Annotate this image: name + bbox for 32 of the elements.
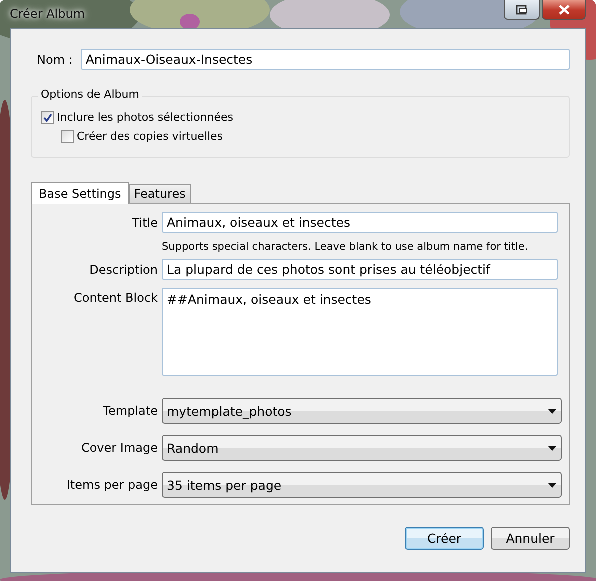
checkbox-label: Inclure les photos sélectionnées <box>57 111 234 124</box>
text-area[interactable]: ##Animaux, oiseaux et insectes <box>162 288 558 376</box>
field-label: Template <box>102 404 158 418</box>
name-field[interactable]: Animaux-Oiseaux-Insectes <box>80 49 570 70</box>
group-title: Options de Album <box>38 88 142 101</box>
field-label: Items per page <box>66 478 158 492</box>
dialog-button[interactable]: Créer <box>405 527 484 550</box>
field-label: Cover Image <box>80 441 158 455</box>
tab[interactable]: Base Settings <box>31 182 130 204</box>
field-label: Title <box>131 216 158 230</box>
field-label: Content Block <box>73 290 158 305</box>
window-title: Créer Album <box>10 7 86 21</box>
caret-icon <box>548 482 557 488</box>
dropdown[interactable]: Random <box>162 435 562 461</box>
input-field[interactable]: Animaux, oiseaux et insectes <box>162 212 558 233</box>
field-label: Nom : <box>37 52 73 66</box>
dialog-button[interactable]: Annuler <box>491 527 570 550</box>
dropdown[interactable]: mytemplate_photos <box>162 398 562 424</box>
window-icon <box>516 4 528 14</box>
input-field[interactable]: La plupard de ces photos sont prises au téléobjectif <box>162 259 558 280</box>
field-label: Description <box>88 262 158 276</box>
close-button[interactable] <box>542 0 586 20</box>
caret-icon <box>548 446 557 450</box>
tab[interactable]: Features <box>129 184 191 203</box>
checkbox[interactable] <box>41 111 54 124</box>
caret-icon <box>548 408 557 414</box>
close-icon <box>558 4 570 14</box>
checkbox[interactable] <box>61 130 74 143</box>
checkbox-label: Créer des copies virtuelles <box>77 130 224 143</box>
restore-button[interactable] <box>504 0 540 20</box>
help-text: Supports special characters. Leave blank to use album name for title. <box>162 240 530 255</box>
dropdown[interactable]: 35 items per page <box>162 472 562 498</box>
